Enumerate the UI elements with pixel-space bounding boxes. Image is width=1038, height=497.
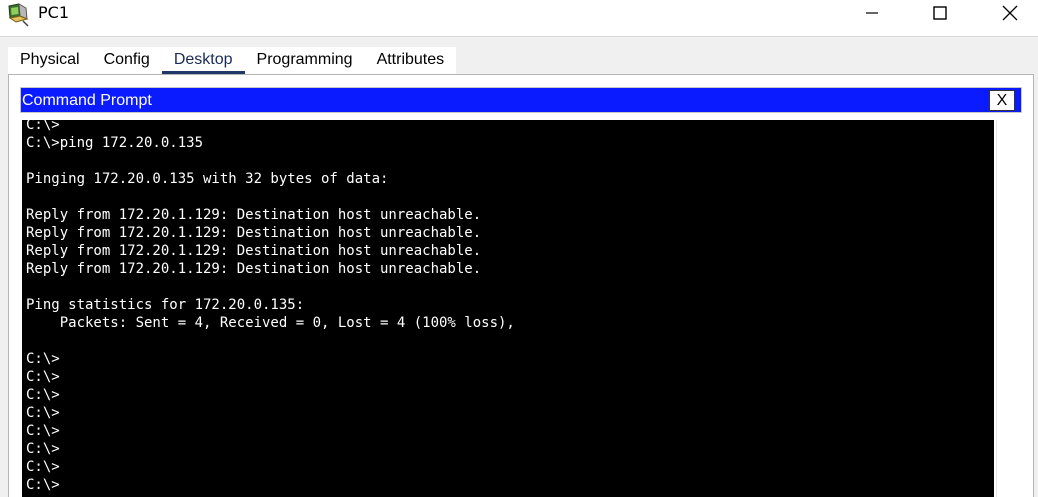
command-prompt-header: Command Prompt X <box>20 87 1022 113</box>
pc-app-icon <box>6 2 32 28</box>
terminal-output: C:\> C:\>ping 172.20.0.135 Pinging 172.20.… <box>26 120 515 494</box>
minimize-icon <box>865 6 879 25</box>
vertical-scrollbar[interactable] <box>996 120 1020 497</box>
terminal-line: Pinging 172.20.0.135 with 32 bytes of da… <box>26 171 389 187</box>
tab-bar: Physical Config Desktop Programming Attr… <box>8 47 457 74</box>
command-prompt-title: Command Prompt <box>22 92 152 109</box>
terminal-line: C:\> <box>26 441 60 457</box>
terminal-line: Reply from 172.20.1.129: Destination hos… <box>26 261 482 277</box>
tab-config[interactable]: Config <box>92 47 162 74</box>
terminal-line: C:\> <box>26 477 60 493</box>
maximize-button[interactable] <box>918 0 962 30</box>
terminal: C:\> C:\>ping 172.20.0.135 Pinging 172.20.… <box>20 116 1022 497</box>
tab-attributes[interactable]: Attributes <box>365 47 457 74</box>
terminal-line: C:\> <box>26 459 60 475</box>
terminal-line: Reply from 172.20.1.129: Destination hos… <box>26 243 482 259</box>
title-bar: PC1 <box>0 0 1038 30</box>
terminal-line: C:\> <box>26 369 60 385</box>
terminal-line: C:\> <box>26 405 60 421</box>
window-title: PC1 <box>38 3 69 22</box>
terminal-line: C:\> <box>26 423 60 439</box>
terminal-line: Packets: Sent = 4, Received = 0, Lost = … <box>26 315 515 331</box>
terminal-screen[interactable]: C:\> C:\>ping 172.20.0.135 Pinging 172.20.… <box>22 120 994 497</box>
command-prompt-close-button[interactable]: X <box>989 90 1015 111</box>
minimize-button[interactable] <box>850 0 894 30</box>
tab-physical[interactable]: Physical <box>8 47 92 74</box>
tab-programming[interactable]: Programming <box>245 47 365 74</box>
close-button[interactable] <box>988 0 1032 30</box>
tab-desktop[interactable]: Desktop <box>161 47 245 74</box>
close-icon <box>1002 5 1018 26</box>
terminal-line: C:\> <box>26 351 60 367</box>
terminal-line: Reply from 172.20.1.129: Destination hos… <box>26 207 482 223</box>
maximize-icon <box>933 5 947 25</box>
terminal-line: Reply from 172.20.1.129: Destination hos… <box>26 225 482 241</box>
terminal-line: C:\>ping 172.20.0.135 <box>26 135 204 151</box>
terminal-line: C:\> <box>26 120 60 133</box>
terminal-line: Ping statistics for 172.20.0.135: <box>26 297 305 313</box>
terminal-line: C:\> <box>26 387 60 403</box>
